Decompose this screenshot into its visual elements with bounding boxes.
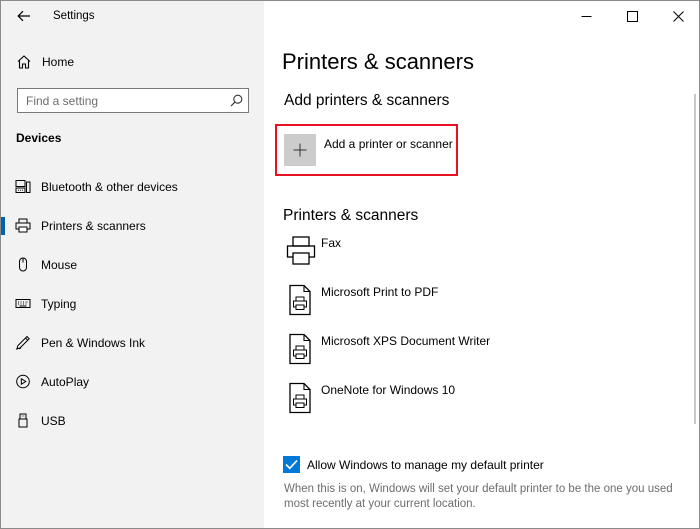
add-printer-label: Add a printer or scanner bbox=[324, 137, 453, 151]
add-printer-button[interactable]: Add a printer or scanner bbox=[284, 134, 459, 168]
sidebar-item-label: Typing bbox=[41, 297, 77, 311]
pen-icon bbox=[15, 335, 30, 350]
sidebar-item-typing[interactable]: Typing bbox=[1, 284, 264, 323]
maximize-icon bbox=[626, 10, 638, 22]
fax-printer-icon bbox=[286, 236, 316, 265]
sidebar-item-label: Mouse bbox=[41, 258, 78, 272]
add-section-title: Add printers & scanners bbox=[284, 92, 450, 109]
page-title: Printers & scanners bbox=[282, 49, 474, 74]
app-title: Settings bbox=[53, 10, 95, 22]
title-bar: Settings bbox=[1, 1, 264, 33]
sidebar-item-pen[interactable]: Pen & Windows Ink bbox=[1, 323, 264, 362]
sidebar-item-label: AutoPlay bbox=[41, 375, 90, 389]
scrollbar[interactable] bbox=[694, 94, 696, 424]
keyboard-icon bbox=[15, 299, 31, 308]
close-icon bbox=[672, 10, 684, 22]
sidebar-item-label: Pen & Windows Ink bbox=[41, 336, 146, 350]
plus-tile bbox=[284, 134, 316, 166]
maximize-button[interactable] bbox=[609, 1, 655, 31]
search-icon[interactable] bbox=[230, 94, 243, 107]
printer-name: Microsoft Print to PDF bbox=[321, 285, 439, 299]
minimize-icon bbox=[581, 15, 591, 17]
printer-icon bbox=[15, 218, 31, 233]
sidebar-item-label: USB bbox=[41, 414, 66, 428]
help-text: When this is on, Windows will set your d… bbox=[284, 483, 673, 510]
back-button[interactable] bbox=[11, 5, 37, 27]
sidebar-nav: Bluetooth & other devices Printers & sca… bbox=[1, 167, 264, 440]
printer-item-onenote[interactable]: OneNote for Windows 10 bbox=[283, 380, 683, 429]
usb-icon bbox=[18, 413, 28, 428]
default-printer-label: Allow Windows to manage my default print… bbox=[307, 458, 544, 472]
document-printer-icon bbox=[289, 284, 311, 316]
section-title: Devices bbox=[16, 131, 62, 145]
printer-item-pdf[interactable]: Microsoft Print to PDF bbox=[283, 282, 683, 331]
printers-section-title: Printers & scanners bbox=[283, 207, 419, 224]
sidebar-item-mouse[interactable]: Mouse bbox=[1, 245, 264, 284]
sidebar: Settings Home Devices bbox=[1, 1, 264, 528]
printer-name: Microsoft XPS Document Writer bbox=[321, 334, 491, 348]
plus-icon bbox=[293, 143, 307, 157]
sidebar-item-autoplay[interactable]: AutoPlay bbox=[1, 362, 264, 401]
bluetooth-devices-icon bbox=[15, 180, 31, 193]
window-controls bbox=[563, 1, 699, 31]
sidebar-item-label: Bluetooth & other devices bbox=[41, 180, 178, 194]
active-indicator bbox=[1, 217, 5, 235]
search-input[interactable] bbox=[18, 89, 218, 112]
sidebar-item-label: Printers & scanners bbox=[41, 219, 146, 233]
sidebar-item-usb[interactable]: USB bbox=[1, 401, 264, 440]
document-printer-icon bbox=[289, 333, 311, 365]
printer-name: OneNote for Windows 10 bbox=[321, 383, 456, 397]
document-printer-icon bbox=[289, 382, 311, 414]
close-button[interactable] bbox=[655, 1, 699, 31]
printer-item-fax[interactable]: Fax bbox=[283, 233, 683, 282]
search-box[interactable] bbox=[17, 88, 249, 113]
back-arrow-icon bbox=[17, 10, 30, 22]
default-printer-option[interactable]: Allow Windows to manage my default print… bbox=[283, 455, 683, 475]
sidebar-item-bluetooth[interactable]: Bluetooth & other devices bbox=[1, 167, 264, 206]
printer-name: Fax bbox=[321, 236, 342, 250]
printer-item-xps[interactable]: Microsoft XPS Document Writer bbox=[283, 331, 683, 380]
sidebar-item-home[interactable]: Home bbox=[1, 49, 264, 77]
main-content: Printers & scanners Add printers & scann… bbox=[264, 1, 699, 528]
minimize-button[interactable] bbox=[563, 1, 609, 31]
default-printer-checkbox[interactable] bbox=[283, 456, 300, 473]
home-icon bbox=[17, 55, 31, 69]
sidebar-item-printers[interactable]: Printers & scanners bbox=[1, 206, 264, 245]
autoplay-icon bbox=[16, 374, 30, 389]
settings-window: Settings Home Devices bbox=[0, 0, 700, 529]
checkmark-icon bbox=[285, 459, 298, 470]
mouse-icon bbox=[19, 257, 27, 272]
printer-list: Fax Microsoft Print to PDF Microsoft XPS… bbox=[283, 233, 683, 429]
home-label: Home bbox=[42, 55, 75, 69]
